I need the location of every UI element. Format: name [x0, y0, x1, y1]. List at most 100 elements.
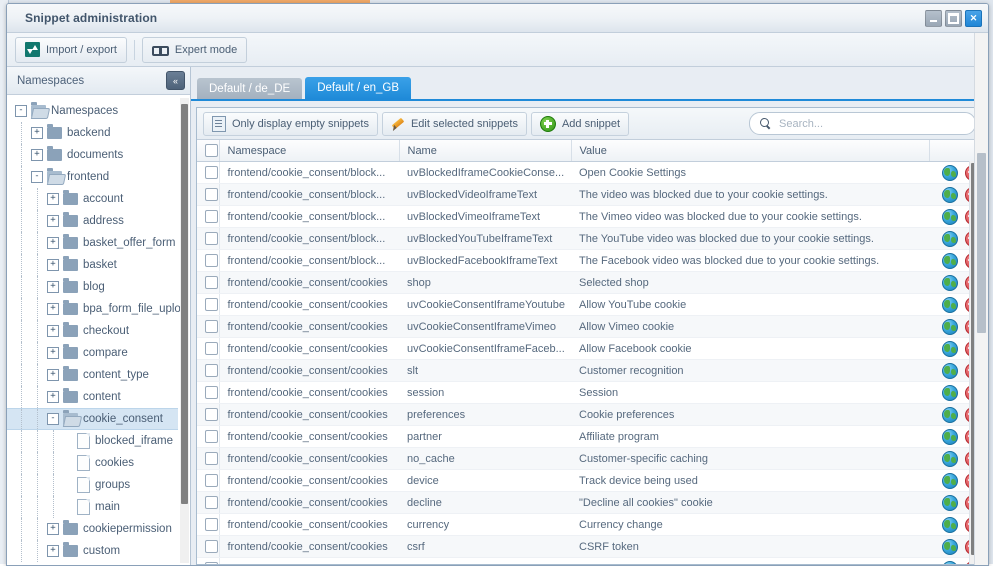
select-all-header[interactable]	[197, 140, 220, 162]
tree-node-basket-offer-form[interactable]: + basket_offer_form	[7, 232, 178, 254]
table-row[interactable]: frontend/cookie_consent/cookies no_cache C…	[197, 447, 982, 470]
expand-node-icon[interactable]: +	[47, 237, 59, 249]
globe-icon[interactable]	[941, 186, 958, 203]
row-select-cell[interactable]	[197, 403, 220, 426]
search-box[interactable]	[749, 112, 976, 135]
table-row[interactable]: frontend/cookie_consent/cookies uvCookieC…	[197, 293, 982, 316]
collapse-node-icon[interactable]: -	[31, 171, 43, 183]
tree-node-frontend[interactable]: - frontend	[7, 166, 178, 188]
row-select-cell[interactable]	[197, 513, 220, 536]
expand-node-icon[interactable]: +	[31, 127, 43, 139]
expand-node-icon[interactable]: +	[47, 523, 59, 535]
table-row[interactable]: frontend/cookie_consent/cookies session Se…	[197, 381, 982, 404]
row-select-cell[interactable]	[197, 359, 220, 382]
globe-icon[interactable]	[941, 472, 958, 489]
tree-node-namespaces[interactable]: - Namespaces	[7, 100, 178, 122]
globe-icon[interactable]	[941, 538, 958, 555]
table-row[interactable]: frontend/cookie_consent/block... uvBlocke…	[197, 249, 982, 272]
tree-node-address[interactable]: + address	[7, 210, 178, 232]
table-row[interactable]: frontend/cookie_consent/cookiescontext_h…	[197, 557, 982, 564]
expand-node-icon[interactable]: +	[47, 259, 59, 271]
globe-icon[interactable]	[941, 340, 958, 357]
row-checkbox[interactable]	[205, 166, 218, 179]
expand-node-icon[interactable]: +	[47, 391, 59, 403]
column-header-value[interactable]: Value	[571, 140, 930, 162]
row-checkbox[interactable]	[205, 474, 218, 487]
row-select-cell[interactable]	[197, 161, 220, 184]
table-row[interactable]: frontend/cookie_consent/block... uvBlocke…	[197, 227, 982, 250]
edit-selected-snippets-button[interactable]: Edit selected snippets	[381, 111, 527, 136]
tree-node-bpa-form-file-uploa[interactable]: + bpa_form_file_uploa	[7, 298, 187, 320]
globe-icon[interactable]	[941, 164, 958, 181]
tree-node-content[interactable]: + content	[7, 386, 178, 408]
row-checkbox[interactable]	[205, 298, 218, 311]
tree-node-basket[interactable]: + basket	[7, 254, 178, 276]
globe-icon[interactable]	[941, 208, 958, 225]
row-select-cell[interactable]	[197, 491, 220, 514]
row-checkbox[interactable]	[205, 452, 218, 465]
only-empty-snippets-button[interactable]: Only display empty snippets	[203, 111, 378, 136]
tree-node-documents[interactable]: + documents	[7, 144, 178, 166]
row-select-cell[interactable]	[197, 469, 220, 492]
table-row[interactable]: frontend/cookie_consent/cookies device Tra…	[197, 469, 982, 492]
globe-icon[interactable]	[941, 274, 958, 291]
window-scrollbar[interactable]	[974, 33, 988, 565]
globe-icon[interactable]	[941, 318, 958, 335]
sidebar-scrollbar[interactable]	[180, 98, 189, 563]
row-checkbox[interactable]	[205, 276, 218, 289]
column-header-namespace[interactable]: Namespace	[219, 140, 400, 162]
tree-node-groups[interactable]: groups	[7, 474, 178, 496]
collapse-node-icon[interactable]: -	[15, 105, 27, 117]
tree-node-cookiepermission[interactable]: + cookiepermission	[7, 518, 178, 540]
tree-node-account[interactable]: + account	[7, 188, 178, 210]
tree-node-blog[interactable]: + blog	[7, 276, 178, 298]
row-checkbox[interactable]	[205, 540, 218, 553]
expert-mode-button[interactable]: Expert mode	[141, 36, 248, 63]
row-checkbox[interactable]	[205, 386, 218, 399]
row-select-cell[interactable]	[197, 535, 220, 558]
row-select-cell[interactable]	[197, 337, 220, 360]
expand-node-icon[interactable]: +	[47, 347, 59, 359]
globe-icon[interactable]	[941, 428, 958, 445]
collapse-sidebar-button[interactable]: «	[166, 71, 185, 90]
row-select-cell[interactable]	[197, 271, 220, 294]
expand-node-icon[interactable]: +	[47, 303, 59, 315]
table-row[interactable]: frontend/cookie_consent/cookies slt Custom…	[197, 359, 982, 382]
column-header-name[interactable]: Name	[399, 140, 572, 162]
globe-icon[interactable]	[941, 450, 958, 467]
window-scrollbar-thumb[interactable]	[977, 153, 986, 333]
table-row[interactable]: frontend/cookie_consent/block... uvBlocke…	[197, 161, 982, 184]
table-row[interactable]: frontend/cookie_consent/cookies shop Selec…	[197, 271, 982, 294]
table-row[interactable]: frontend/cookie_consent/cookies partner Af…	[197, 425, 982, 448]
tree-node-content-type[interactable]: + content_type	[7, 364, 178, 386]
globe-icon[interactable]	[941, 384, 958, 401]
collapse-node-icon[interactable]: -	[47, 413, 59, 425]
expand-node-icon[interactable]: +	[47, 193, 59, 205]
globe-icon[interactable]	[941, 296, 958, 313]
table-row[interactable]: frontend/cookie_consent/cookies currency C…	[197, 513, 982, 536]
tree-node-blocked-iframe[interactable]: blocked_iframe	[7, 430, 178, 452]
table-row[interactable]: frontend/cookie_consent/cookies preferenc…	[197, 403, 982, 426]
table-row[interactable]: frontend/cookie_consent/cookies csrf CSRF …	[197, 535, 982, 558]
import-export-button[interactable]: Import / export	[15, 36, 127, 63]
table-row[interactable]: frontend/cookie_consent/block... uvBlocke…	[197, 205, 982, 228]
expand-node-icon[interactable]: +	[47, 215, 59, 227]
expand-node-icon[interactable]: +	[47, 281, 59, 293]
row-select-cell[interactable]	[197, 183, 220, 206]
sidebar-scrollbar-thumb[interactable]	[181, 104, 188, 504]
row-checkbox[interactable]	[205, 408, 218, 421]
row-select-cell[interactable]	[197, 249, 220, 272]
globe-icon[interactable]	[941, 230, 958, 247]
globe-icon[interactable]	[941, 560, 958, 564]
globe-icon[interactable]	[941, 406, 958, 423]
maximize-button[interactable]	[945, 10, 962, 27]
expand-node-icon[interactable]: +	[47, 369, 59, 381]
row-checkbox[interactable]	[205, 320, 218, 333]
globe-icon[interactable]	[941, 494, 958, 511]
row-checkbox[interactable]	[205, 254, 218, 267]
tree-node-custom[interactable]: + custom	[7, 540, 178, 562]
row-checkbox[interactable]	[205, 232, 218, 245]
search-input[interactable]	[777, 116, 965, 131]
globe-icon[interactable]	[941, 252, 958, 269]
row-select-cell[interactable]	[197, 381, 220, 404]
